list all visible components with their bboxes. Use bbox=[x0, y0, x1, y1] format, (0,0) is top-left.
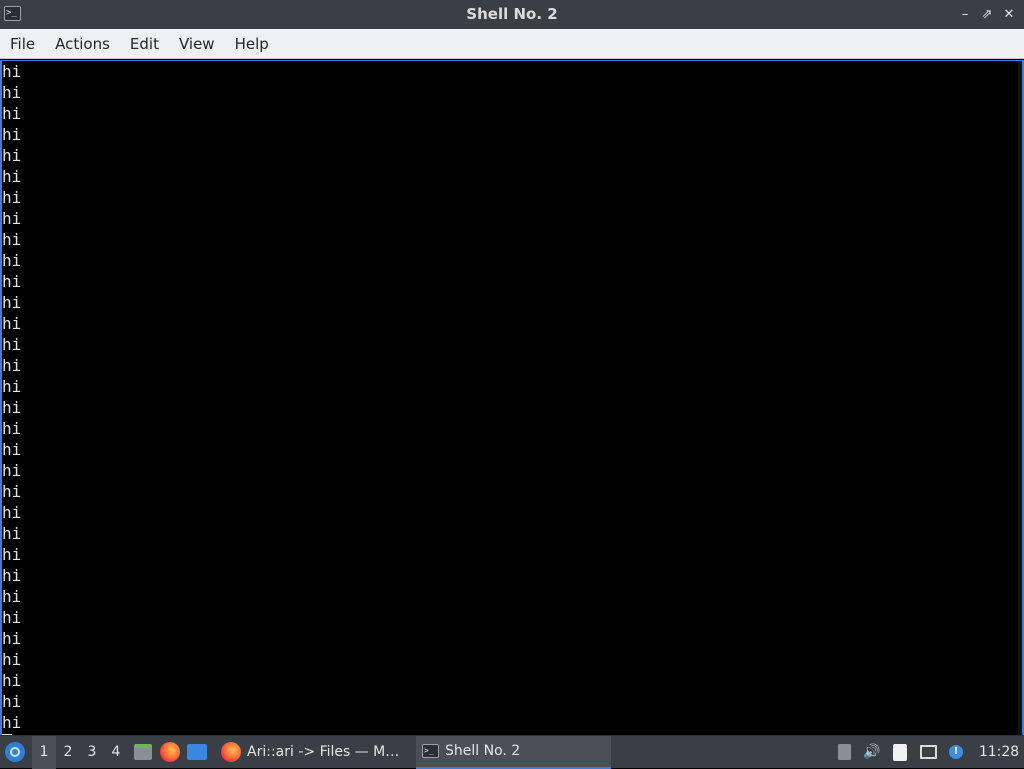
menu-view[interactable]: View bbox=[169, 29, 225, 59]
removable-media-button[interactable] bbox=[830, 736, 858, 769]
terminal-line: hi bbox=[2, 692, 22, 711]
terminal-line: hi bbox=[2, 608, 22, 627]
files-icon bbox=[134, 744, 152, 760]
terminal-line: hi bbox=[2, 461, 22, 480]
terminal-line: hi bbox=[2, 146, 22, 165]
volume-icon: 🔊 bbox=[863, 744, 881, 760]
terminal-line: hi bbox=[2, 671, 22, 690]
terminal-line: hi bbox=[2, 83, 22, 102]
firefox-launcher[interactable] bbox=[158, 736, 182, 769]
terminal-line: hi bbox=[2, 167, 22, 186]
terminal-line: hi bbox=[2, 629, 22, 648]
terminal-line: hi bbox=[2, 314, 22, 333]
terminal-line: hi bbox=[2, 335, 22, 354]
network-icon bbox=[919, 745, 937, 759]
terminal-line: hi bbox=[2, 440, 22, 459]
window-title: Shell No. 2 bbox=[466, 5, 558, 23]
update-notifier-button[interactable]: ! bbox=[942, 736, 970, 769]
minimize-icon[interactable]: – bbox=[954, 4, 976, 26]
task-firefox[interactable]: Ari::ari -> Files — Mozi… bbox=[215, 736, 410, 769]
terminal-line: hi bbox=[2, 62, 22, 81]
update-notifier-icon: ! bbox=[949, 745, 963, 759]
show-desktop-button[interactable] bbox=[185, 736, 209, 769]
terminal-line: hi bbox=[2, 356, 22, 375]
desktop-4-button[interactable]: 4 bbox=[104, 736, 128, 769]
menu-actions[interactable]: Actions bbox=[45, 29, 120, 59]
task-label: Ari::ari -> Files — Mozi… bbox=[247, 744, 404, 760]
volume-button[interactable]: 🔊 bbox=[858, 736, 886, 769]
menu-edit[interactable]: Edit bbox=[120, 29, 169, 59]
terminal-lines: hi hi hi hi hi hi hi hi hi hi hi hi hi hi hi hi hi hi hi hi… bbox=[2, 61, 21, 754]
clipboard-button[interactable] bbox=[886, 736, 914, 769]
menu-file[interactable]: File bbox=[0, 29, 45, 59]
terminal-output[interactable]: hi hi hi hi hi hi hi hi hi hi hi hi hi hi hi hi hi hi hi hi… bbox=[0, 60, 1024, 753]
restore-icon[interactable]: ⇗ bbox=[976, 4, 998, 26]
terminal-line: hi bbox=[2, 482, 22, 501]
terminal-line: hi bbox=[2, 524, 22, 543]
close-icon[interactable]: ✕ bbox=[998, 4, 1020, 26]
terminal-line: hi bbox=[2, 713, 22, 732]
clock[interactable]: 11:28 bbox=[974, 744, 1024, 760]
terminal-line: hi bbox=[2, 251, 22, 270]
terminal-line: hi bbox=[2, 104, 22, 123]
task-shell[interactable]: >_ Shell No. 2 bbox=[416, 735, 611, 769]
desktop-2-button[interactable]: 2 bbox=[56, 736, 80, 769]
files-launcher[interactable] bbox=[131, 736, 155, 769]
menubar: File Actions Edit View Help bbox=[0, 29, 1024, 59]
terminal-line: hi bbox=[2, 398, 22, 417]
terminal-scrollbar[interactable] bbox=[1018, 61, 1022, 735]
desktop-3-button[interactable]: 3 bbox=[80, 736, 104, 769]
terminal-line: hi bbox=[2, 188, 22, 207]
app-menu-icon bbox=[5, 742, 25, 762]
start-menu-button[interactable] bbox=[0, 736, 30, 769]
desktop-switcher: 1 2 3 4 bbox=[32, 735, 128, 769]
removable-media-icon bbox=[837, 744, 851, 760]
window-titlebar[interactable]: >_ Shell No. 2 – ⇗ ✕ bbox=[0, 0, 1024, 29]
terminal-line: hi bbox=[2, 230, 22, 249]
terminal-line: hi bbox=[2, 209, 22, 228]
terminal-line: hi bbox=[2, 587, 22, 606]
system-tray: 🔊 ! 11:28 bbox=[830, 736, 1024, 769]
firefox-icon bbox=[160, 742, 180, 762]
terminal-line: hi bbox=[2, 545, 22, 564]
task-label: Shell No. 2 bbox=[445, 743, 521, 759]
terminal-line: hi bbox=[2, 293, 22, 312]
clipboard-icon bbox=[893, 743, 907, 761]
taskbar: 1 2 3 4 Ari::ari -> Files — Mozi… >_ She… bbox=[0, 735, 1024, 769]
terminal-line: hi bbox=[2, 272, 22, 291]
terminal-line: hi bbox=[2, 566, 22, 585]
terminal-line: hi bbox=[2, 125, 22, 144]
show-desktop-icon bbox=[187, 744, 207, 760]
window-controls: – ⇗ ✕ bbox=[954, 0, 1020, 29]
terminal-line: hi bbox=[2, 377, 22, 396]
firefox-icon bbox=[221, 742, 241, 762]
desktop-1-button[interactable]: 1 bbox=[32, 735, 56, 769]
terminal-line: hi bbox=[2, 503, 22, 522]
terminal-line: hi bbox=[2, 419, 22, 438]
terminal-line: hi bbox=[2, 650, 22, 669]
menu-help[interactable]: Help bbox=[225, 29, 279, 59]
network-button[interactable] bbox=[914, 736, 942, 769]
terminal-icon: >_ bbox=[422, 744, 439, 758]
